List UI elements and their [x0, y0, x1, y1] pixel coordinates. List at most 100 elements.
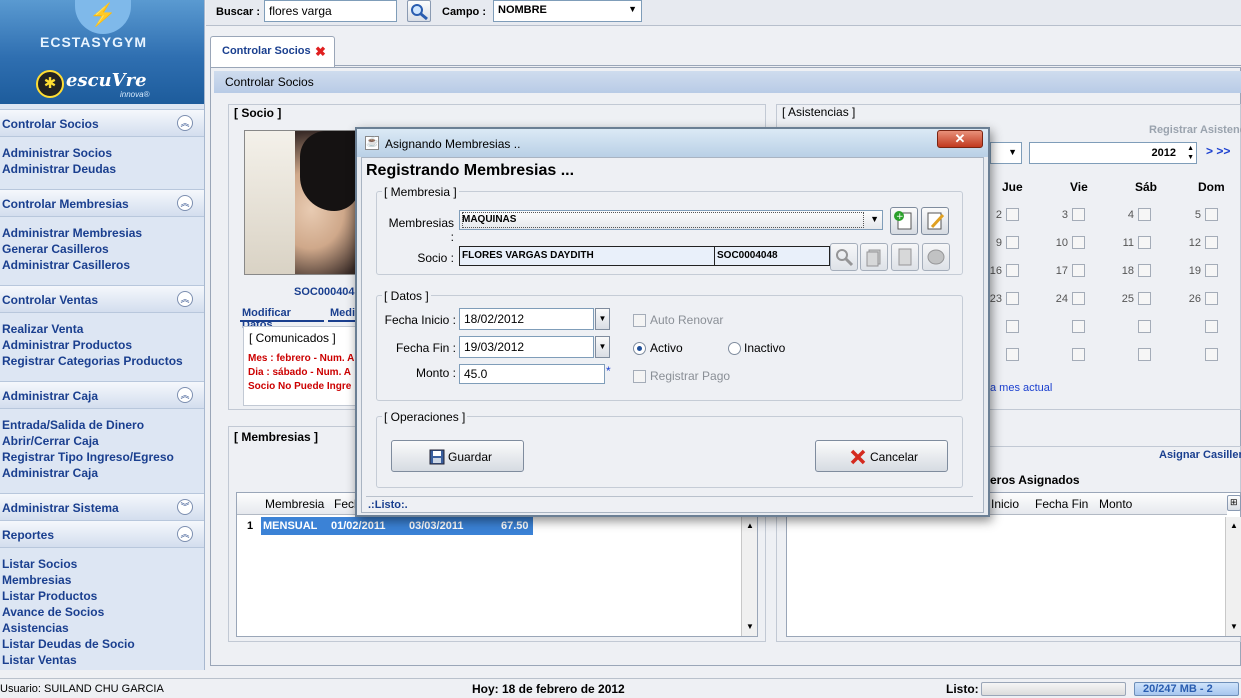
attendance-checkbox[interactable] [1006, 264, 1019, 277]
collapse-icon[interactable]: ︽ [177, 115, 193, 131]
menu-section-controlar-membresias[interactable]: Controlar Membresias ︽ [0, 189, 204, 217]
menu-item-entrada-salida[interactable]: Entrada/Salida de Dinero [2, 418, 144, 432]
guardar-button[interactable]: Guardar [391, 440, 524, 472]
attendance-checkbox[interactable] [1138, 320, 1151, 333]
attendance-checkbox[interactable] [1006, 320, 1019, 333]
attendance-checkbox[interactable] [1205, 264, 1218, 277]
attendance-checkbox[interactable] [1138, 208, 1151, 221]
close-tab-icon[interactable]: ✖ [315, 44, 326, 60]
attendance-checkbox[interactable] [1138, 292, 1151, 305]
add-membresia-button[interactable]: + [890, 207, 918, 235]
collapse-icon[interactable]: ︽ [177, 195, 193, 211]
expand-icon[interactable]: ︾ [177, 499, 193, 515]
inactivo-radio[interactable] [728, 342, 741, 355]
activo-radio[interactable] [633, 342, 646, 355]
attendance-checkbox[interactable] [1072, 264, 1085, 277]
socio-clear-button[interactable] [922, 243, 950, 271]
attendance-checkbox[interactable] [1205, 348, 1218, 361]
buscar-socio-button[interactable] [830, 243, 858, 271]
scroll-up-icon[interactable]: ▲ [746, 521, 754, 530]
close-button[interactable]: ✕ [937, 130, 983, 148]
menu-section-administrar-sistema[interactable]: Administrar Sistema ︾ [0, 493, 204, 521]
month-select[interactable]: ▼ [990, 142, 1022, 164]
auto-renovar-checkbox[interactable] [633, 314, 646, 327]
medidas-button[interactable]: Medi [328, 304, 358, 322]
attendance-checkbox[interactable] [1205, 320, 1218, 333]
mes-actual-link[interactable]: a mes actual [990, 382, 1052, 394]
attendance-checkbox[interactable] [1006, 348, 1019, 361]
menu-item-administrar-productos[interactable]: Administrar Productos [2, 338, 132, 352]
attendance-checkbox[interactable] [1006, 292, 1019, 305]
asignar-casillero-button[interactable]: Asignar Casiller [1159, 449, 1241, 461]
menu-item-asistencias[interactable]: Asistencias [2, 621, 69, 635]
spinner-arrows-icon[interactable]: ▲ ▼ [1187, 144, 1194, 162]
socio-doc-button[interactable] [891, 243, 919, 271]
menu-item-registrar-categorias[interactable]: Registrar Categorias Productos [2, 354, 183, 368]
campo-select[interactable]: NOMBRE ▼ [493, 0, 642, 22]
attendance-checkbox[interactable] [1138, 236, 1151, 249]
menu-item-listar-socios[interactable]: Listar Socios [2, 557, 77, 571]
attendance-checkbox[interactable] [1205, 236, 1218, 249]
attendance-checkbox[interactable] [1072, 292, 1085, 305]
attendance-checkbox[interactable] [1072, 236, 1085, 249]
monto-input[interactable]: 45.0 [459, 364, 605, 384]
breadcrumb: Controlar Socios [214, 71, 1241, 93]
attendance-checkbox[interactable] [1072, 348, 1085, 361]
scroll-up-icon[interactable]: ▲ [1230, 521, 1238, 530]
scroll-down-icon[interactable]: ▼ [1230, 622, 1238, 631]
year-spinner[interactable]: 2012 ▲ ▼ [1029, 142, 1197, 164]
menu-section-controlar-ventas[interactable]: Controlar Ventas ︽ [0, 285, 204, 313]
menu-item-generar-casilleros[interactable]: Generar Casilleros [2, 242, 109, 256]
registrar-asistencia-button[interactable]: Registrar Asistenc [1149, 124, 1241, 136]
menu-section-administrar-caja[interactable]: Administrar Caja ︽ [0, 381, 204, 409]
edit-membresia-button[interactable] [921, 207, 949, 235]
tab-controlar-socios[interactable]: Controlar Socios ✖ [210, 36, 335, 67]
collapse-icon[interactable]: ︽ [177, 387, 193, 403]
menu-item-abrir-cerrar-caja[interactable]: Abrir/Cerrar Caja [2, 434, 99, 448]
menu-item-administrar-membresias[interactable]: Administrar Membresias [2, 226, 142, 240]
menu-item-administrar-deudas[interactable]: Administrar Deudas [2, 162, 116, 176]
memory-indicator[interactable]: 20/247 MB - 2 [1134, 682, 1239, 696]
scroll-down-icon[interactable]: ▼ [746, 622, 754, 631]
attendance-checkbox[interactable] [1072, 208, 1085, 221]
menu-item-listar-productos[interactable]: Listar Productos [2, 589, 97, 603]
collapse-icon[interactable]: ︽ [177, 291, 193, 307]
menu-section-reportes[interactable]: Reportes ︽ [0, 520, 204, 548]
menu-item-administrar-caja[interactable]: Administrar Caja [2, 466, 98, 480]
socio-action-button[interactable] [860, 243, 888, 271]
menu-section-controlar-socios[interactable]: Controlar Socios ︽ [0, 109, 204, 137]
next-month-button[interactable]: > >> [1206, 144, 1230, 158]
attendance-checkbox[interactable] [1072, 320, 1085, 333]
menu-item-membresias[interactable]: Membresias [2, 573, 71, 587]
menu-item-registrar-tipo[interactable]: Registrar Tipo Ingreso/Egreso [2, 450, 174, 464]
attendance-checkbox[interactable] [1205, 292, 1218, 305]
menu-item-administrar-socios[interactable]: Administrar Socios [2, 146, 112, 160]
search-input[interactable]: flores varga [264, 0, 397, 22]
fecha-fin-input[interactable]: 19/03/2012 [459, 336, 594, 358]
fecha-fin-picker[interactable]: ▼ [595, 336, 610, 358]
collapse-icon[interactable]: ︽ [177, 526, 193, 542]
brand-main: ECSTASYGYM [40, 34, 147, 50]
fecha-inicio-input[interactable]: 18/02/2012 [459, 308, 594, 330]
menu-item-listar-deudas[interactable]: Listar Deudas de Socio [2, 637, 135, 651]
attendance-checkbox[interactable] [1138, 348, 1151, 361]
cancelar-button[interactable]: Cancelar [815, 440, 948, 472]
membresias-select[interactable]: MAQUINAS ▼ [459, 210, 883, 230]
menu-item-administrar-casilleros[interactable]: Administrar Casilleros [2, 258, 130, 272]
dialog-titlebar[interactable]: ☕ Asignando Membresias .. ✕ [357, 129, 988, 157]
modificar-datos-button[interactable]: Modificar Datos [240, 304, 324, 331]
vertical-scrollbar[interactable]: ▲ ▼ [741, 517, 757, 636]
menu-item-avance-socios[interactable]: Avance de Socios [2, 605, 104, 619]
attendance-checkbox[interactable] [1138, 264, 1151, 277]
attendance-checkbox[interactable] [1006, 236, 1019, 249]
vertical-scrollbar[interactable]: ▲ ▼ [1225, 517, 1241, 636]
registrar-pago-checkbox[interactable] [633, 370, 646, 383]
attendance-checkbox[interactable] [1205, 208, 1218, 221]
table-row[interactable]: 1 MENSUAL 01/02/2011 03/03/2011 67.50 [237, 517, 533, 535]
menu-item-listar-ventas[interactable]: Listar Ventas [2, 653, 77, 667]
menu-item-realizar-venta[interactable]: Realizar Venta [2, 322, 83, 336]
table-options-button[interactable]: ⊞ [1227, 495, 1241, 511]
attendance-checkbox[interactable] [1006, 208, 1019, 221]
fecha-inicio-picker[interactable]: ▼ [595, 308, 610, 330]
search-button[interactable] [407, 0, 431, 22]
